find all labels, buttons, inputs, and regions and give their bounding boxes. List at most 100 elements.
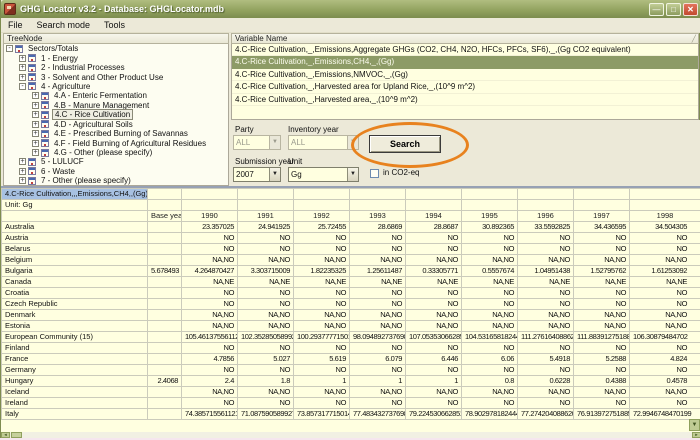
variable-list-item[interactable]: 4.C-Rice Cultivation,_,Harvested area,_,… bbox=[232, 94, 698, 106]
value-cell[interactable]: 4.264870427 bbox=[182, 266, 238, 277]
value-cell[interactable]: 0.33305771 bbox=[406, 266, 462, 277]
value-cell[interactable]: 1.04951438 bbox=[518, 266, 574, 277]
value-cell[interactable]: 0.4388 bbox=[574, 376, 630, 387]
value-cell[interactable]: 79.2245306628512 bbox=[406, 409, 462, 420]
value-cell[interactable]: NA,NO bbox=[238, 387, 294, 398]
value-cell[interactable]: NO bbox=[238, 244, 294, 255]
value-cell[interactable]: 74.3857155611211 bbox=[182, 409, 238, 420]
country-cell[interactable]: Hungary bbox=[2, 376, 148, 387]
value-cell[interactable]: NO bbox=[574, 244, 630, 255]
minimize-icon[interactable]: — bbox=[649, 3, 664, 16]
value-cell[interactable]: NO bbox=[518, 299, 574, 310]
value-cell[interactable]: NO bbox=[630, 288, 700, 299]
value-cell[interactable]: 1 bbox=[350, 376, 406, 387]
variable-list-item[interactable]: 4.C-Rice Cultivation,_,Emissions,CH4,_,(… bbox=[232, 56, 698, 68]
value-cell[interactable]: 6.06 bbox=[462, 354, 518, 365]
value-cell[interactable]: NA,NO bbox=[462, 310, 518, 321]
value-cell[interactable]: NO bbox=[574, 398, 630, 409]
value-cell[interactable]: NA,NE bbox=[518, 277, 574, 288]
expand-toggle-icon[interactable]: + bbox=[19, 74, 26, 81]
value-cell[interactable]: NO bbox=[574, 299, 630, 310]
value-cell[interactable]: 5.2588 bbox=[574, 354, 630, 365]
country-cell[interactable]: France bbox=[2, 354, 148, 365]
value-cell[interactable]: NO bbox=[462, 288, 518, 299]
value-cell[interactable]: 72.9946748470199 bbox=[630, 409, 700, 420]
value-cell[interactable]: NO bbox=[574, 365, 630, 376]
value-cell[interactable]: 106.30879484702 bbox=[630, 332, 700, 343]
value-cell[interactable]: NA,NO bbox=[350, 255, 406, 266]
year-header-cell[interactable]: 1991 bbox=[238, 211, 294, 222]
value-cell[interactable]: NO bbox=[238, 288, 294, 299]
tree-item[interactable]: +7 - Other (please specify) bbox=[4, 176, 228, 185]
value-cell[interactable]: NO bbox=[406, 288, 462, 299]
value-cell[interactable]: NA,NE bbox=[294, 277, 350, 288]
empty-cell[interactable] bbox=[182, 189, 238, 200]
value-cell[interactable]: NO bbox=[462, 299, 518, 310]
country-cell[interactable]: Finland bbox=[2, 343, 148, 354]
chevron-down-icon[interactable]: ▼ bbox=[347, 168, 358, 181]
value-cell[interactable]: 105.461375561121 bbox=[182, 332, 238, 343]
empty-cell[interactable] bbox=[518, 189, 574, 200]
value-cell[interactable]: NO bbox=[406, 343, 462, 354]
tree-item[interactable]: +2 - Industrial Processes bbox=[4, 63, 228, 72]
year-header-cell[interactable]: 1993 bbox=[350, 211, 406, 222]
year-header-cell[interactable]: 1992 bbox=[294, 211, 350, 222]
value-cell[interactable]: NO bbox=[294, 398, 350, 409]
value-cell[interactable]: NO bbox=[294, 365, 350, 376]
value-cell[interactable]: NA,NO bbox=[238, 255, 294, 266]
tree-item[interactable]: +1 - Energy bbox=[4, 53, 228, 62]
empty-cell[interactable] bbox=[148, 200, 182, 211]
value-cell[interactable]: 0.5557674 bbox=[462, 266, 518, 277]
collapse-toggle-icon[interactable]: - bbox=[6, 45, 13, 52]
value-cell[interactable]: NA,NE bbox=[182, 277, 238, 288]
value-cell[interactable]: 1.82235325 bbox=[294, 266, 350, 277]
country-cell[interactable]: Italy bbox=[2, 409, 148, 420]
value-cell[interactable]: 76.9139727518859 bbox=[574, 409, 630, 420]
value-cell[interactable]: NA,NO bbox=[406, 387, 462, 398]
submission-year-select[interactable]: 2007 ▼ bbox=[233, 167, 281, 182]
value-cell[interactable]: NA,NO bbox=[574, 321, 630, 332]
value-cell[interactable]: NA,NO bbox=[462, 387, 518, 398]
value-cell[interactable]: NO bbox=[182, 244, 238, 255]
value-cell[interactable]: NO bbox=[350, 244, 406, 255]
value-cell[interactable]: NA,NO bbox=[574, 387, 630, 398]
value-cell[interactable]: 111.27616408862 bbox=[518, 332, 574, 343]
variable-list-item[interactable]: 4.C-Rice Cultivation,_,Emissions,Aggrega… bbox=[232, 44, 698, 56]
value-cell[interactable]: 28.6869 bbox=[350, 222, 406, 233]
value-cell[interactable] bbox=[148, 332, 182, 343]
value-cell[interactable]: 111.883912751886 bbox=[574, 332, 630, 343]
value-cell[interactable]: NA,NO bbox=[182, 387, 238, 398]
value-cell[interactable]: NO bbox=[630, 244, 700, 255]
value-cell[interactable] bbox=[148, 398, 182, 409]
value-cell[interactable]: NO bbox=[350, 233, 406, 244]
value-cell[interactable]: NO bbox=[406, 233, 462, 244]
value-cell[interactable]: NO bbox=[238, 343, 294, 354]
maximize-icon[interactable]: □ bbox=[666, 3, 681, 16]
value-cell[interactable]: 1 bbox=[406, 376, 462, 387]
value-cell[interactable]: NO bbox=[518, 343, 574, 354]
value-cell[interactable]: 0.6228 bbox=[518, 376, 574, 387]
value-cell[interactable]: NA,NO bbox=[462, 255, 518, 266]
country-cell[interactable]: Canada bbox=[2, 277, 148, 288]
value-cell[interactable]: 5.678493 bbox=[148, 266, 182, 277]
country-cell[interactable]: Denmark bbox=[2, 310, 148, 321]
value-cell[interactable] bbox=[148, 277, 182, 288]
value-cell[interactable]: NO bbox=[462, 244, 518, 255]
value-cell[interactable]: 5.027 bbox=[238, 354, 294, 365]
variable-name-column-header[interactable]: Variable Name ╱ bbox=[231, 33, 699, 44]
value-cell[interactable]: NO bbox=[238, 398, 294, 409]
country-cell[interactable]: Iceland bbox=[2, 387, 148, 398]
value-cell[interactable]: NO bbox=[406, 244, 462, 255]
value-cell[interactable]: NA,NO bbox=[350, 310, 406, 321]
value-cell[interactable]: NO bbox=[182, 398, 238, 409]
value-cell[interactable]: NO bbox=[574, 233, 630, 244]
value-cell[interactable]: NO bbox=[182, 343, 238, 354]
country-cell[interactable]: Croatia bbox=[2, 288, 148, 299]
value-cell[interactable]: 104.531658182445 bbox=[462, 332, 518, 343]
value-cell[interactable]: NA,NO bbox=[182, 321, 238, 332]
expand-toggle-icon[interactable]: + bbox=[32, 121, 39, 128]
variable-list-item[interactable]: 4.C-Rice Cultivation,_,Emissions,NMVOC,_… bbox=[232, 69, 698, 81]
year-header-cell[interactable]: 1994 bbox=[406, 211, 462, 222]
unit-cell[interactable]: Unit: Gg bbox=[2, 200, 148, 211]
value-cell[interactable]: 1.61253092 bbox=[630, 266, 700, 277]
